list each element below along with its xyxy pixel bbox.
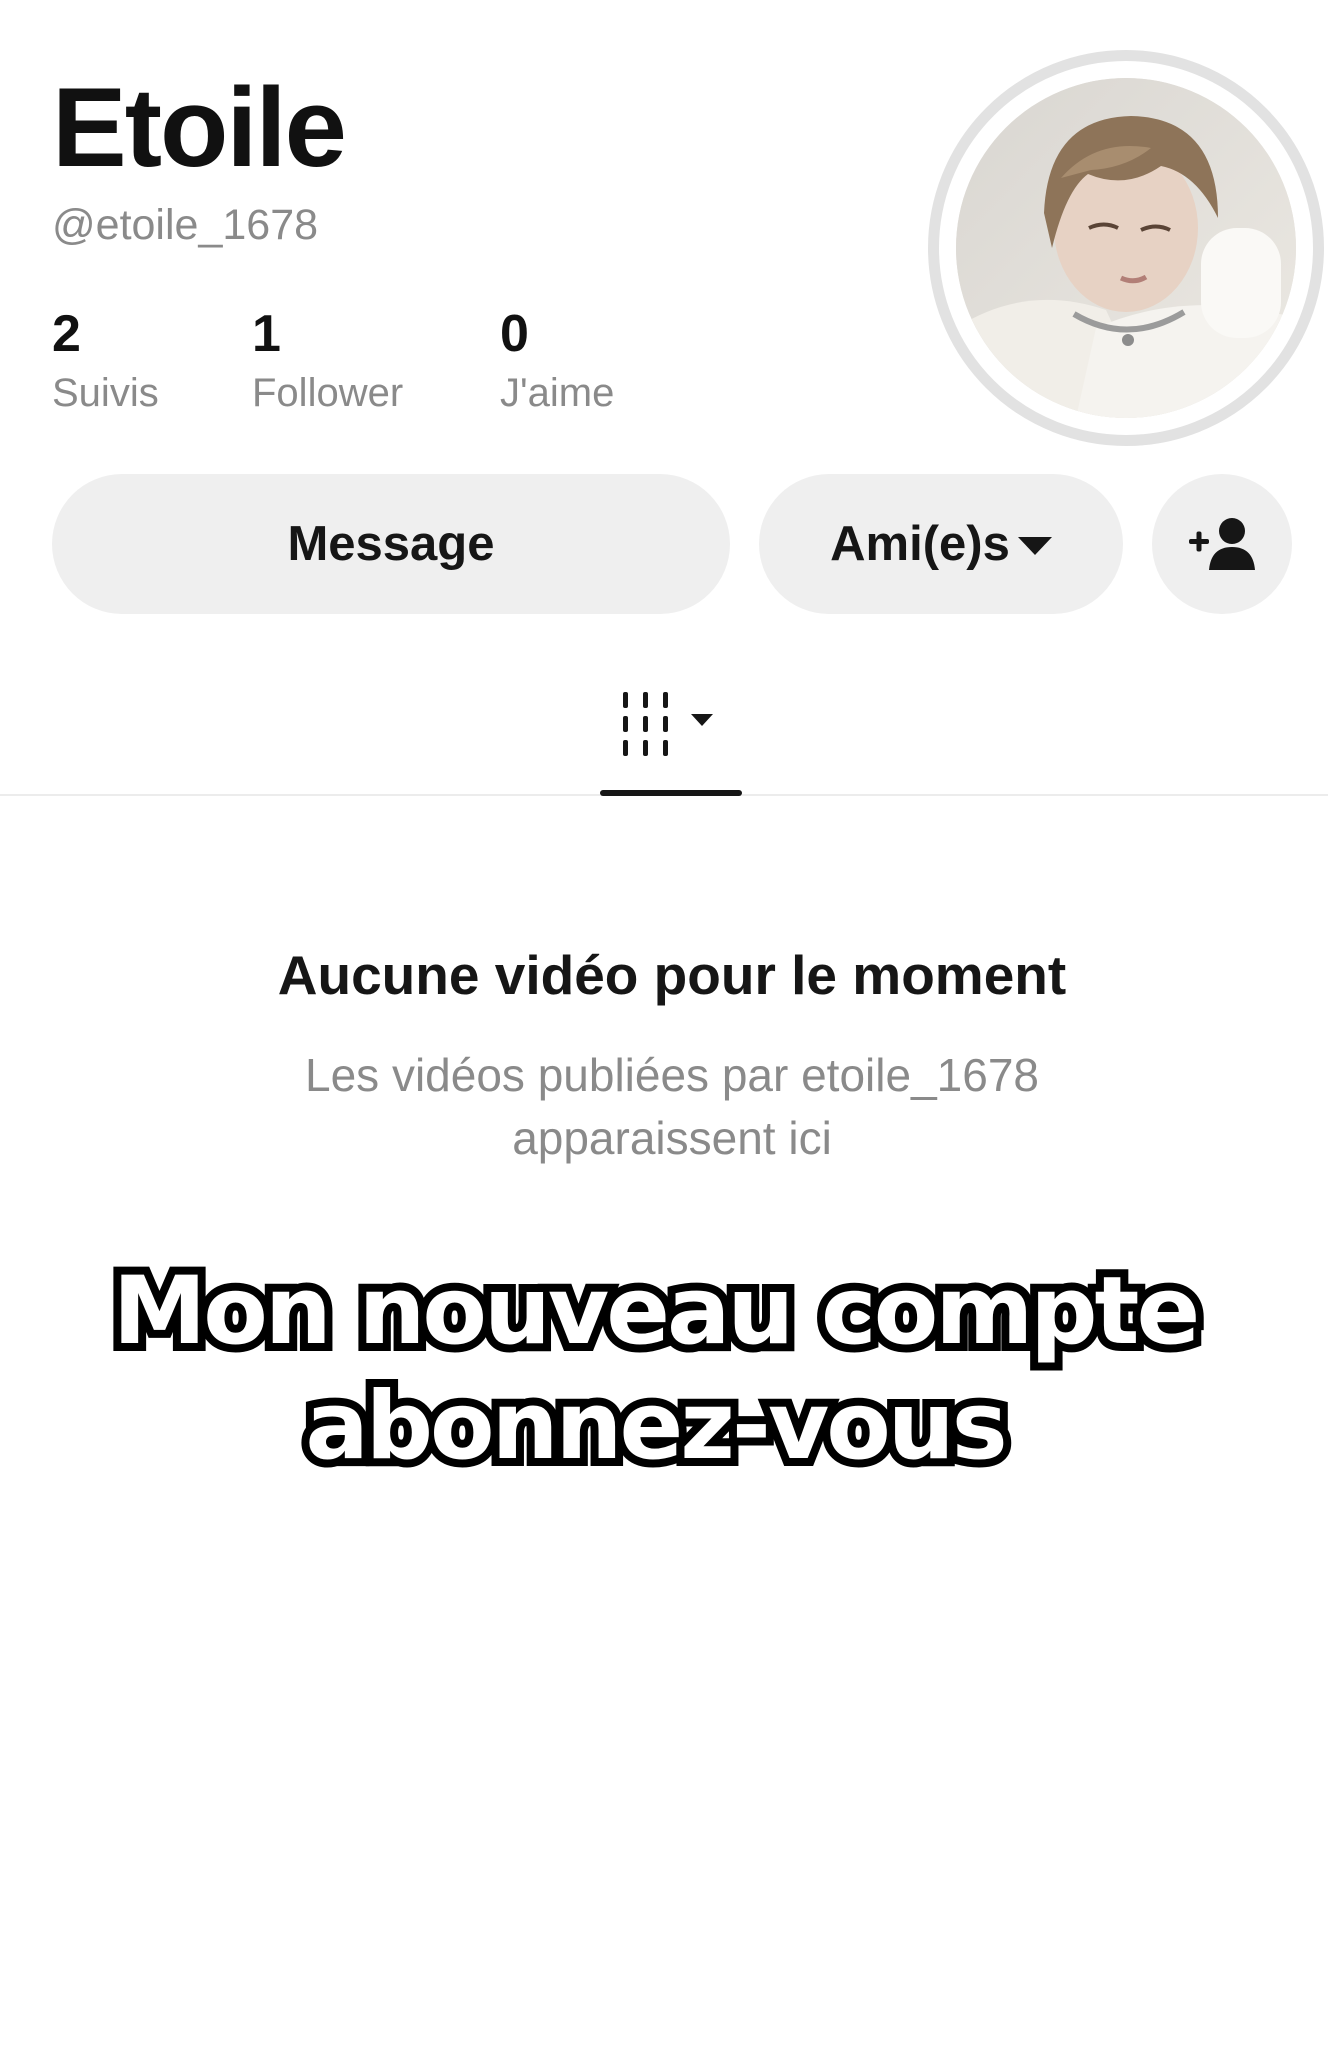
overlay-caption-line1: Mon nouveau compte <box>105 1249 1209 1374</box>
add-person-icon <box>1189 518 1255 570</box>
friends-label: Ami(e)s <box>830 517 1010 571</box>
empty-state-subtitle-line2: apparaissent ici <box>512 1112 832 1165</box>
display-name: Etoile <box>52 65 347 190</box>
likes-stat[interactable]: 0 J'aime <box>500 305 615 417</box>
profile-photo <box>956 78 1296 418</box>
followers-stat[interactable]: 1 Follower <box>252 305 404 417</box>
username: @etoile_1678 <box>52 201 319 249</box>
profile-photo-image <box>956 78 1296 418</box>
add-friend-button[interactable] <box>1152 474 1292 614</box>
avatar[interactable] <box>928 50 1324 446</box>
caret-down-icon <box>1017 537 1052 555</box>
friends-button[interactable]: Ami(e)s <box>759 474 1123 614</box>
followers-label: Follower <box>252 371 404 416</box>
empty-state-subtitle-line1: Les vidéos publiées par etoile_1678 <box>305 1049 1039 1101</box>
following-stat[interactable]: 2 Suivis <box>52 305 159 417</box>
followers-count: 1 <box>252 305 281 363</box>
likes-count: 0 <box>500 305 529 363</box>
tab-active-indicator <box>600 790 742 796</box>
grid-icon <box>623 692 713 756</box>
content-tabs <box>0 660 1328 796</box>
likes-label: J'aime <box>500 371 615 416</box>
empty-state-title: Aucune vidéo pour le moment <box>277 944 1067 1006</box>
following-count: 2 <box>52 305 81 363</box>
message-button[interactable]: Message <box>52 474 730 614</box>
empty-state-subtitle: Les vidéos publiées par etoile_1678 appa… <box>0 1044 1328 1171</box>
overlay-caption: Mon nouveau compte abonnez-vous <box>0 1249 1310 1489</box>
tab-videos[interactable] <box>600 660 744 794</box>
caret-down-icon <box>691 714 713 726</box>
message-label: Message <box>287 517 495 571</box>
following-label: Suivis <box>52 371 159 416</box>
overlay-caption-line2: abonnez-vous <box>297 1364 1015 1489</box>
profile-page: Etoile @etoile_1678 2 Suivis 1 Follower … <box>0 0 1328 2068</box>
